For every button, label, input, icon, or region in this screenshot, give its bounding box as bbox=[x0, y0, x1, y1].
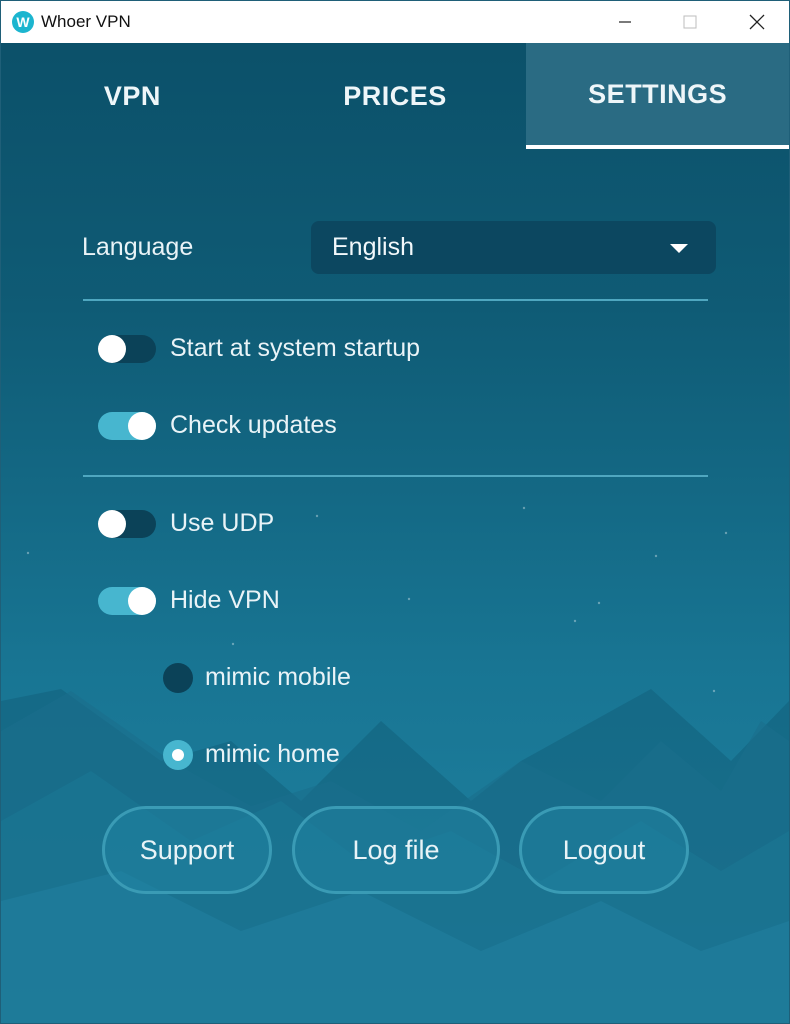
toggle-knob bbox=[128, 587, 156, 615]
hide-vpn-toggle[interactable] bbox=[98, 587, 156, 615]
logout-button[interactable]: Logout bbox=[519, 806, 689, 894]
startup-toggle[interactable] bbox=[98, 335, 156, 363]
use-udp-toggle[interactable] bbox=[98, 510, 156, 538]
support-button[interactable]: Support bbox=[102, 806, 272, 894]
radio-dot bbox=[172, 749, 184, 761]
language-label: Language bbox=[82, 233, 194, 261]
toggle-knob bbox=[128, 412, 156, 440]
chevron-down-icon bbox=[670, 244, 688, 253]
language-select[interactable]: English bbox=[311, 221, 716, 274]
use-udp-label: Use UDP bbox=[170, 509, 275, 537]
divider bbox=[83, 475, 708, 477]
mimic-home-label: mimic home bbox=[205, 740, 340, 768]
divider bbox=[83, 299, 708, 301]
toggle-knob bbox=[98, 510, 126, 538]
language-value: English bbox=[332, 233, 414, 261]
log-file-button[interactable]: Log file bbox=[292, 806, 500, 894]
mimic-mobile-radio[interactable] bbox=[163, 663, 193, 693]
mimic-mobile-label: mimic mobile bbox=[205, 663, 351, 691]
startup-label: Start at system startup bbox=[170, 334, 421, 362]
check-updates-toggle[interactable] bbox=[98, 412, 156, 440]
settings-panel: Language English Start at system startup… bbox=[1, 1, 789, 1023]
check-updates-label: Check updates bbox=[170, 411, 337, 439]
app-window: W Whoer VPN VPN PRICES SETTINGS Language bbox=[0, 0, 790, 1024]
toggle-knob bbox=[98, 335, 126, 363]
hide-vpn-label: Hide VPN bbox=[170, 586, 280, 614]
mimic-home-radio[interactable] bbox=[163, 740, 193, 770]
